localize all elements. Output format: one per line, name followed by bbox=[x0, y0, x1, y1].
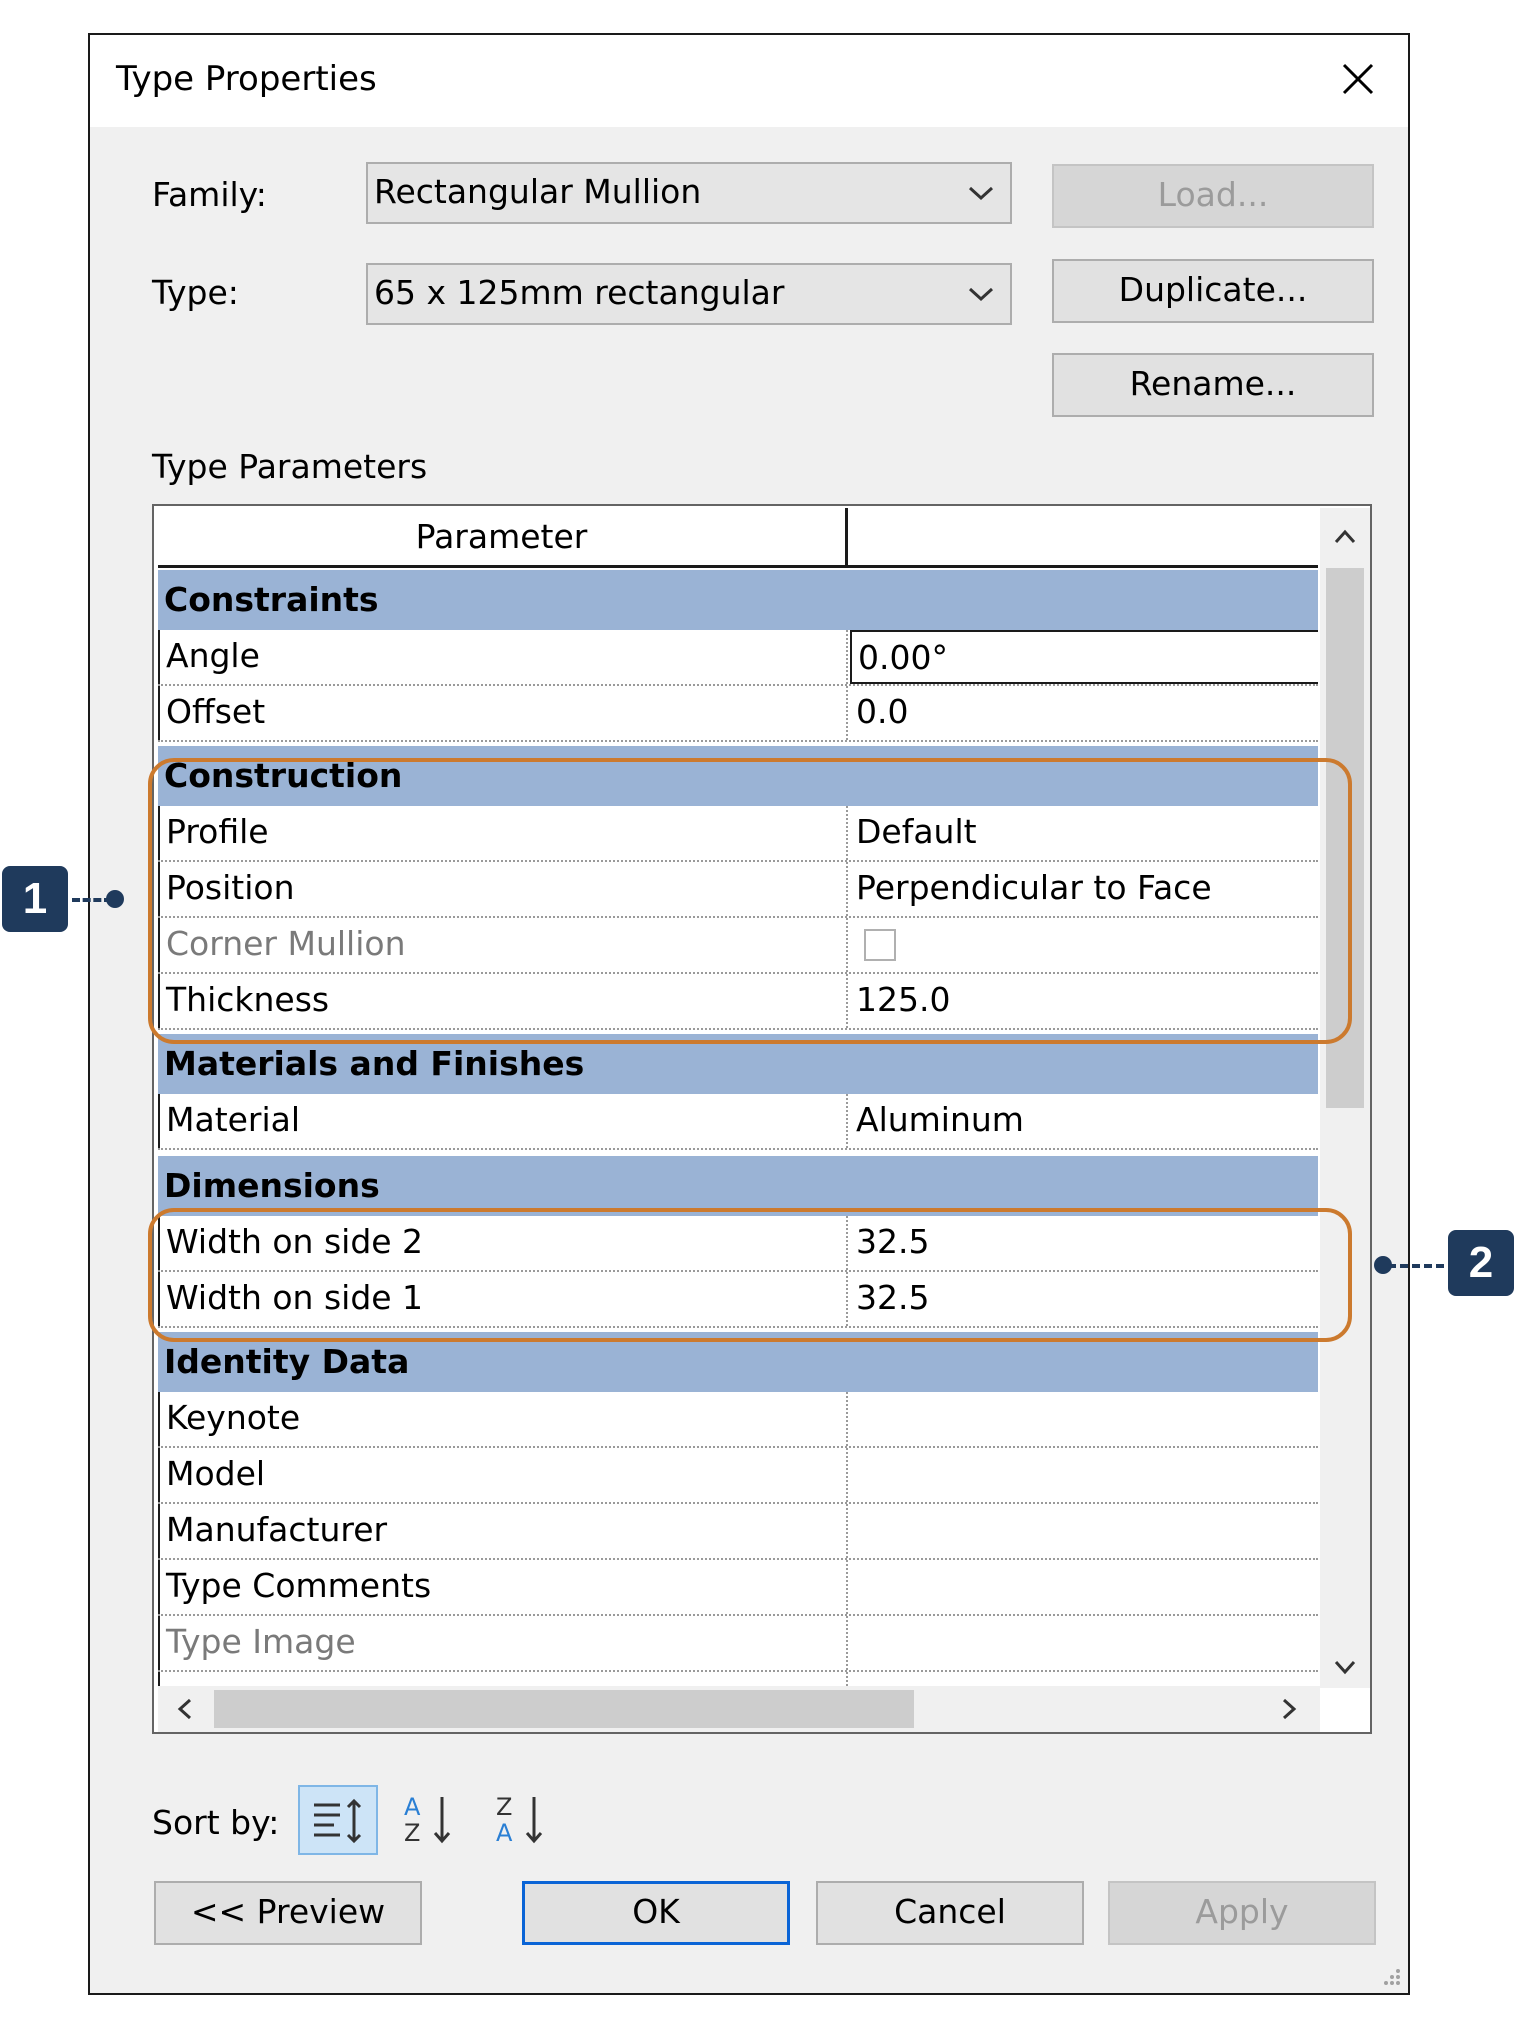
param-value[interactable]: Default bbox=[850, 806, 1318, 860]
table-row[interactable]: Width on side 1 32.5 bbox=[158, 1272, 1318, 1328]
param-name: Keynote bbox=[158, 1392, 848, 1446]
parameter-column-header[interactable]: Parameter bbox=[158, 508, 848, 565]
vertical-scroll-thumb[interactable] bbox=[1326, 568, 1364, 1108]
horizontal-scrollbar[interactable] bbox=[158, 1686, 1320, 1732]
param-name: Angle bbox=[158, 630, 848, 684]
param-value[interactable]: 0.0 bbox=[850, 686, 1318, 740]
param-value[interactable] bbox=[850, 1616, 1318, 1670]
sort-ascending-button[interactable]: A Z bbox=[390, 1785, 470, 1855]
param-value[interactable]: 32.5 bbox=[850, 1272, 1318, 1326]
param-value[interactable] bbox=[850, 1448, 1318, 1502]
param-name: Thickness bbox=[158, 974, 848, 1028]
param-name: Model bbox=[158, 1448, 848, 1502]
chevron-down-icon bbox=[968, 287, 994, 302]
load-button[interactable]: Load... bbox=[1052, 164, 1374, 228]
category-identity-data[interactable]: Identity Data bbox=[158, 1332, 1318, 1392]
sort-az-icon: A Z bbox=[404, 1793, 451, 1847]
family-value: Rectangular Mullion bbox=[374, 172, 702, 211]
param-value[interactable]: Perpendicular to Face bbox=[850, 862, 1318, 916]
table-row[interactable]: Width on side 2 32.5 bbox=[158, 1216, 1318, 1272]
table-row[interactable]: Type Comments bbox=[158, 1560, 1318, 1616]
value-column-header[interactable] bbox=[848, 508, 1318, 565]
param-name: Width on side 2 bbox=[158, 1216, 848, 1270]
svg-text:A: A bbox=[496, 1819, 513, 1847]
category-materials-and-finishes[interactable]: Materials and Finishes bbox=[158, 1034, 1318, 1094]
param-name: Profile bbox=[158, 806, 848, 860]
type-value: 65 x 125mm rectangular bbox=[374, 273, 785, 312]
type-parameters-label: Type Parameters bbox=[152, 447, 428, 486]
callout-leader-2 bbox=[1388, 1264, 1444, 1268]
param-value[interactable]: Aluminum bbox=[850, 1094, 1318, 1148]
table-row[interactable]: Model bbox=[158, 1448, 1318, 1504]
param-value[interactable] bbox=[850, 1504, 1318, 1558]
type-properties-dialog: Type Properties Family: Rectangular Mull… bbox=[88, 33, 1410, 1995]
resize-grip-icon[interactable] bbox=[1380, 1965, 1402, 1987]
duplicate-button[interactable]: Duplicate... bbox=[1052, 259, 1374, 323]
table-row[interactable]: Manufacturer bbox=[158, 1504, 1318, 1560]
vertical-scrollbar[interactable] bbox=[1320, 508, 1370, 1688]
chevron-up-icon[interactable] bbox=[1332, 524, 1358, 550]
svg-text:Z: Z bbox=[404, 1819, 420, 1847]
table-row[interactable]: Material Aluminum bbox=[158, 1094, 1318, 1150]
table-row[interactable]: Angle 0.00° bbox=[158, 630, 1318, 686]
dialog-title: Type Properties bbox=[116, 59, 377, 99]
category-dimensions[interactable]: Dimensions bbox=[158, 1156, 1318, 1216]
corner-mullion-checkbox[interactable] bbox=[864, 929, 896, 961]
param-value[interactable] bbox=[850, 1560, 1318, 1614]
preview-button[interactable]: << Preview bbox=[154, 1881, 422, 1945]
chevron-left-icon[interactable] bbox=[172, 1696, 198, 1722]
chevron-down-icon bbox=[968, 186, 994, 201]
grid-header: Parameter bbox=[158, 508, 1318, 568]
sort-by-label: Sort by: bbox=[152, 1803, 280, 1842]
svg-text:Z: Z bbox=[496, 1793, 512, 1821]
chevron-right-icon[interactable] bbox=[1276, 1696, 1302, 1722]
param-name: Type Image bbox=[158, 1616, 848, 1670]
type-dropdown[interactable]: 65 x 125mm rectangular bbox=[366, 263, 1012, 325]
group-sort-icon bbox=[314, 1798, 362, 1844]
table-row[interactable]: Corner Mullion bbox=[158, 918, 1318, 974]
ok-button[interactable]: OK bbox=[522, 1881, 790, 1945]
cancel-button[interactable]: Cancel bbox=[816, 1881, 1084, 1945]
callout-badge-2: 2 bbox=[1448, 1230, 1514, 1296]
callout-dot-1 bbox=[106, 890, 124, 908]
horizontal-scroll-thumb[interactable] bbox=[214, 1690, 914, 1728]
param-name: Manufacturer bbox=[158, 1504, 848, 1558]
rename-button[interactable]: Rename... bbox=[1052, 353, 1374, 417]
title-bar: Type Properties bbox=[90, 35, 1408, 127]
param-name: Offset bbox=[158, 686, 848, 740]
param-name: Type Comments bbox=[158, 1560, 848, 1614]
chevron-down-icon[interactable] bbox=[1332, 1654, 1358, 1680]
param-name: Corner Mullion bbox=[158, 918, 848, 972]
category-construction[interactable]: Construction bbox=[158, 746, 1318, 806]
table-row[interactable]: Profile Default bbox=[158, 806, 1318, 862]
family-dropdown[interactable]: Rectangular Mullion bbox=[366, 162, 1012, 224]
type-label: Type: bbox=[152, 273, 239, 312]
apply-button[interactable]: Apply bbox=[1108, 1881, 1376, 1945]
table-row[interactable]: Keynote bbox=[158, 1392, 1318, 1448]
param-value[interactable]: 32.5 bbox=[850, 1216, 1318, 1270]
param-value[interactable]: 125.0 bbox=[850, 974, 1318, 1028]
svg-text:A: A bbox=[404, 1793, 421, 1821]
sort-descending-button[interactable]: Z A bbox=[482, 1785, 562, 1855]
param-value-input[interactable]: 0.00° bbox=[850, 630, 1318, 684]
param-value[interactable] bbox=[850, 1392, 1318, 1446]
category-constraints[interactable]: Constraints bbox=[158, 570, 1318, 630]
table-row[interactable]: Position Perpendicular to Face bbox=[158, 862, 1318, 918]
table-row[interactable]: Type Image bbox=[158, 1616, 1318, 1672]
close-icon[interactable] bbox=[1336, 57, 1380, 101]
param-name: Position bbox=[158, 862, 848, 916]
type-parameters-grid: Parameter Constraints Angle 0.00° Offset… bbox=[152, 504, 1372, 1734]
sort-za-icon: Z A bbox=[496, 1793, 543, 1847]
param-value bbox=[850, 918, 1318, 972]
callout-badge-1: 1 bbox=[2, 866, 68, 932]
family-label: Family: bbox=[152, 175, 267, 214]
table-row[interactable]: Offset 0.0 bbox=[158, 686, 1318, 742]
sort-by-group-button[interactable] bbox=[298, 1785, 378, 1855]
param-name: Material bbox=[158, 1094, 848, 1148]
param-name: Width on side 1 bbox=[158, 1272, 848, 1326]
table-row[interactable]: Thickness 125.0 bbox=[158, 974, 1318, 1030]
